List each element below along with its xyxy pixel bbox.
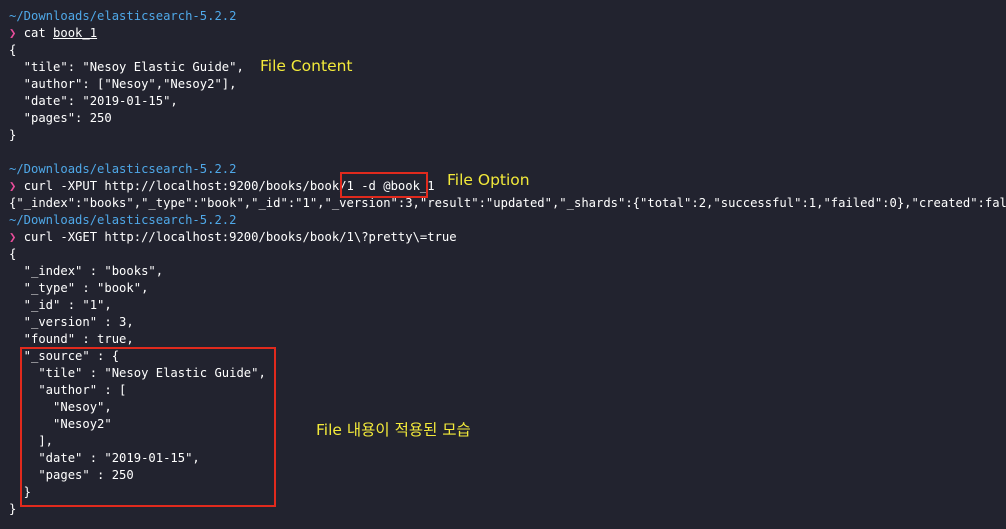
output-line: { bbox=[9, 43, 17, 57]
output-line: "_index" : "books", bbox=[9, 264, 164, 278]
source-highlight-box bbox=[20, 347, 276, 507]
output-line: {"_index":"books","_type":"book","_id":"… bbox=[9, 196, 1006, 210]
option-highlight-box bbox=[340, 172, 428, 198]
file-argument: book_1 bbox=[53, 26, 98, 40]
terminal-window[interactable]: ~/Downloads/elasticsearch-5.2.2 ❯ cat bo… bbox=[0, 0, 1006, 529]
output-line: { bbox=[9, 247, 17, 261]
file-option-annotation: File Option bbox=[447, 171, 530, 189]
file-applied-annotation: File 내용이 적용된 모습 bbox=[316, 421, 471, 439]
command-text: cat bbox=[23, 26, 46, 40]
prompt-path: ~/Downloads/elasticsearch-5.2.2 bbox=[9, 213, 237, 227]
output-line: "pages": 250 bbox=[9, 111, 112, 125]
output-line: "found" : true, bbox=[9, 332, 134, 346]
output-line: } bbox=[9, 502, 17, 516]
prompt-path: ~/Downloads/elasticsearch-5.2.2 bbox=[9, 9, 237, 23]
file-content-annotation: File Content bbox=[260, 57, 353, 75]
command-line: ❯ curl -XGET http://localhost:9200/books… bbox=[9, 229, 457, 246]
command-text: curl -XGET http://localhost:9200/books/b… bbox=[23, 230, 457, 244]
command-line: ❯ cat book_1 bbox=[9, 25, 97, 42]
prompt-symbol: ❯ bbox=[9, 179, 17, 193]
output-line: "_version" : 3, bbox=[9, 315, 134, 329]
output-line: "_id" : "1", bbox=[9, 298, 112, 312]
output-line: "_type" : "book", bbox=[9, 281, 149, 295]
command-text: curl -XPUT http://localhost:9200/books/b… bbox=[23, 179, 362, 193]
output-line: "date": "2019-01-15", bbox=[9, 94, 178, 108]
output-line: } bbox=[9, 128, 17, 142]
prompt-path: ~/Downloads/elasticsearch-5.2.2 bbox=[9, 162, 237, 176]
output-line: "author": ["Nesoy","Nesoy2"], bbox=[9, 77, 237, 91]
prompt-symbol: ❯ bbox=[9, 230, 17, 244]
prompt-symbol: ❯ bbox=[9, 26, 17, 40]
output-line: "tile": "Nesoy Elastic Guide", bbox=[9, 60, 244, 74]
